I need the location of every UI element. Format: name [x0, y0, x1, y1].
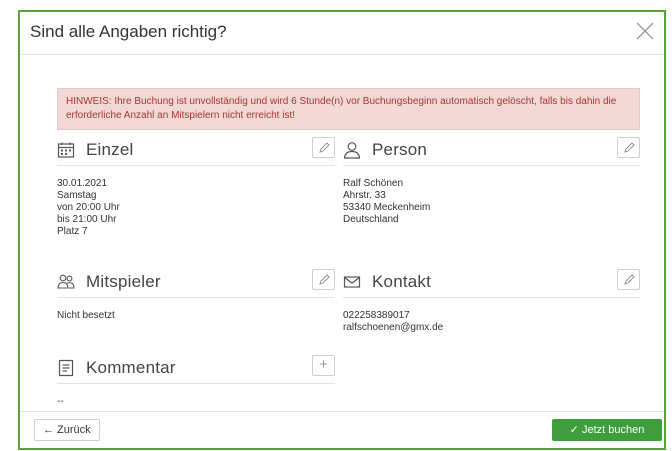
modal-title: Sind alle Angaben richtig?	[30, 22, 227, 41]
section-mitspieler: Mitspieler	[57, 269, 335, 298]
section-person-title: Person	[372, 140, 428, 159]
document-icon	[58, 359, 74, 377]
booking-weekday: Samstag	[57, 190, 97, 201]
mitspieler-status: Nicht besetzt	[57, 310, 115, 321]
kontakt-email: ralfschoenen@gmx.de	[343, 322, 444, 333]
mitspieler-details: Nicht besetzt	[57, 310, 115, 322]
booking-start-time: von 20:00 Uhr	[57, 202, 120, 213]
plus-icon: +	[319, 356, 328, 373]
person-icon	[343, 142, 361, 159]
calendar-icon	[57, 142, 75, 158]
modal-footer: ← Zurück ✓ Jetzt buchen	[20, 411, 664, 448]
book-now-button[interactable]: ✓ Jetzt buchen	[552, 419, 662, 441]
booking-court: Platz 7	[57, 226, 88, 237]
section-kommentar-title: Kommentar	[86, 358, 176, 377]
pencil-icon	[624, 274, 635, 285]
close-button[interactable]	[632, 18, 658, 44]
booking-confirm-modal: Sind alle Angaben richtig? HINWEIS: Ihre…	[18, 10, 666, 450]
section-einzel-title: Einzel	[86, 140, 134, 159]
booking-date: 30.01.2021	[57, 178, 108, 189]
kontakt-details: 022258389017 ralfschoenen@gmx.de	[343, 310, 443, 334]
einzel-details: 30.01.2021 Samstag von 20:00 Uhr bis 21:…	[57, 178, 120, 238]
modal-header: Sind alle Angaben richtig?	[20, 12, 664, 55]
group-icon	[57, 274, 75, 289]
envelope-icon	[343, 276, 361, 288]
section-person: Person	[343, 137, 640, 166]
section-kontakt: Kontakt	[343, 269, 640, 298]
kontakt-phone: 022258389017	[343, 310, 410, 321]
modal-body: HINWEIS: Ihre Buchung ist unvollständig …	[20, 55, 664, 412]
booking-end-time: bis 21:00 Uhr	[57, 214, 117, 225]
edit-person-button[interactable]	[617, 137, 640, 158]
person-name: Ralf Schönen	[343, 178, 404, 189]
back-button[interactable]: ← Zurück	[34, 419, 100, 441]
person-city: 53340 Meckenheim	[343, 202, 431, 213]
section-mitspieler-title: Mitspieler	[86, 272, 161, 291]
section-kontakt-title: Kontakt	[372, 272, 432, 291]
person-street: Ahrstr. 33	[343, 190, 386, 201]
add-comment-button[interactable]: +	[312, 355, 335, 376]
close-icon	[636, 22, 654, 40]
person-details: Ralf Schönen Ahrstr. 33 53340 Meckenheim…	[343, 178, 430, 226]
incomplete-booking-alert: HINWEIS: Ihre Buchung ist unvollständig …	[57, 88, 640, 130]
kommentar-text: --	[57, 396, 64, 407]
pencil-icon	[624, 142, 635, 153]
kommentar-details: --	[57, 396, 64, 408]
section-kommentar: Kommentar +	[57, 355, 335, 384]
edit-einzel-button[interactable]	[312, 137, 335, 158]
section-einzel: Einzel	[57, 137, 335, 166]
person-country: Deutschland	[343, 214, 399, 225]
pencil-icon	[319, 274, 330, 285]
edit-mitspieler-button[interactable]	[312, 269, 335, 290]
pencil-icon	[319, 142, 330, 153]
edit-kontakt-button[interactable]	[617, 269, 640, 290]
